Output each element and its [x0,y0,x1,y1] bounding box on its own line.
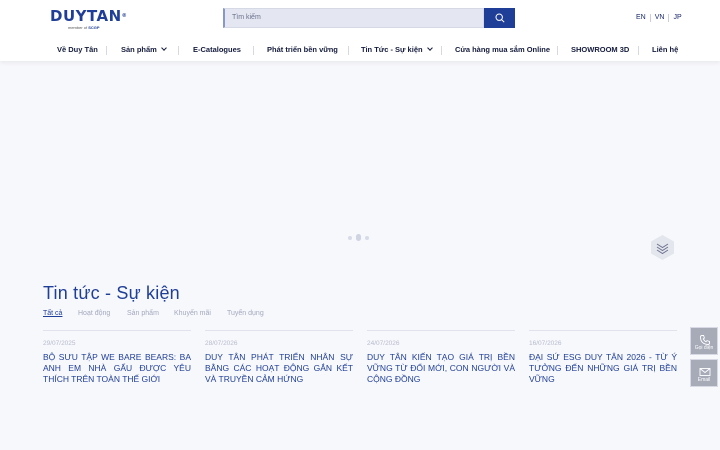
layers-icon [651,235,674,260]
nav-item-about[interactable]: Về Duy Tân [57,45,98,54]
news-section-title: Tin tức - Sự kiện [43,283,180,303]
search-icon [494,13,505,23]
news-date: 24/07/2026 [367,340,400,347]
nav-item-online-store[interactable]: Cửa hàng mua sắm Online [455,45,550,54]
nav-item-products[interactable]: Sản phẩm [121,45,167,54]
news-card[interactable]: 29/07/2025 BỘ SƯU TẬP WE BARE BEARS: BA … [43,330,191,384]
email-button[interactable]: Email [690,359,718,387]
news-title[interactable]: DUY TÂN KIẾN TẠO GIÁ TRỊ BỀN VỮNG TỪ ĐỔI… [367,352,515,385]
chevron-down-icon [161,45,167,51]
lang-jp[interactable]: JP [668,14,685,22]
nav-item-news[interactable]: Tin Tức - Sự kiện [361,45,433,54]
lang-en[interactable]: EN [632,14,650,22]
lang-vn[interactable]: VN [649,14,669,22]
search-input[interactable]: Tìm kiếm [223,8,484,28]
scroll-down-button[interactable] [649,234,676,261]
tab-products[interactable]: Sản phẩm [127,310,159,317]
news-title[interactable]: ĐẠI SỨ ESG DUY TÂN 2026 - TỪ Ý TƯỞNG ĐẾN… [529,352,677,385]
news-card[interactable]: 28/07/2026 DUY TÂN PHÁT TRIỂN NHÂN SỰ BẰ… [205,330,353,384]
brand-name: DUYTAN [50,7,122,25]
loading-indicator [348,234,369,241]
nav-item-showroom[interactable]: SHOWROOM 3D [571,45,629,54]
brand-reg-mark: ® [121,13,128,19]
news-card[interactable]: 24/07/2026 DUY TÂN KIẾN TẠO GIÁ TRỊ BỀN … [367,330,515,384]
search-button[interactable] [484,8,515,28]
tab-activities[interactable]: Hoạt động [78,310,110,317]
news-date: 28/07/2026 [205,340,238,347]
main-nav: Về Duy Tân Sản phẩm E-Catalogues Phát tr… [0,40,720,61]
nav-item-sustainability[interactable]: Phát triển bền vững [267,45,338,54]
brand-member-prefix: member of [68,25,88,30]
brand-member-of: SCGP [88,25,100,30]
nav-item-ecatalogues[interactable]: E-Catalogues [193,45,241,54]
language-switcher: EN VN JP [632,14,686,22]
news-date: 16/07/2026 [529,340,562,347]
chevron-down-icon [426,45,433,51]
tab-promotions[interactable]: Khuyến mãi [174,310,211,317]
nav-item-contact[interactable]: Liên hệ [652,45,678,54]
brand-logo[interactable]: DUYTAN® member of SCGP [50,8,132,32]
news-date: 29/07/2025 [43,340,76,347]
email-label: Email [697,377,711,383]
tab-recruitment[interactable]: Tuyển dụng [227,310,264,317]
tab-all[interactable]: Tất cả [43,310,62,317]
call-label: Gọi điện [694,345,714,351]
site-header: DUYTAN® member of SCGP Tìm kiếm EN VN JP… [0,0,720,61]
news-title[interactable]: BỘ SƯU TẬP WE BARE BEARS: BA ANH EM NHÀ … [43,352,191,385]
news-card[interactable]: 16/07/2026 ĐẠI SỨ ESG DUY TÂN 2026 - TỪ … [529,330,677,384]
news-title[interactable]: DUY TÂN PHÁT TRIỂN NHÂN SỰ BẰNG CÁC HOẠT… [205,352,353,385]
call-button[interactable]: Gọi điện [690,327,718,355]
